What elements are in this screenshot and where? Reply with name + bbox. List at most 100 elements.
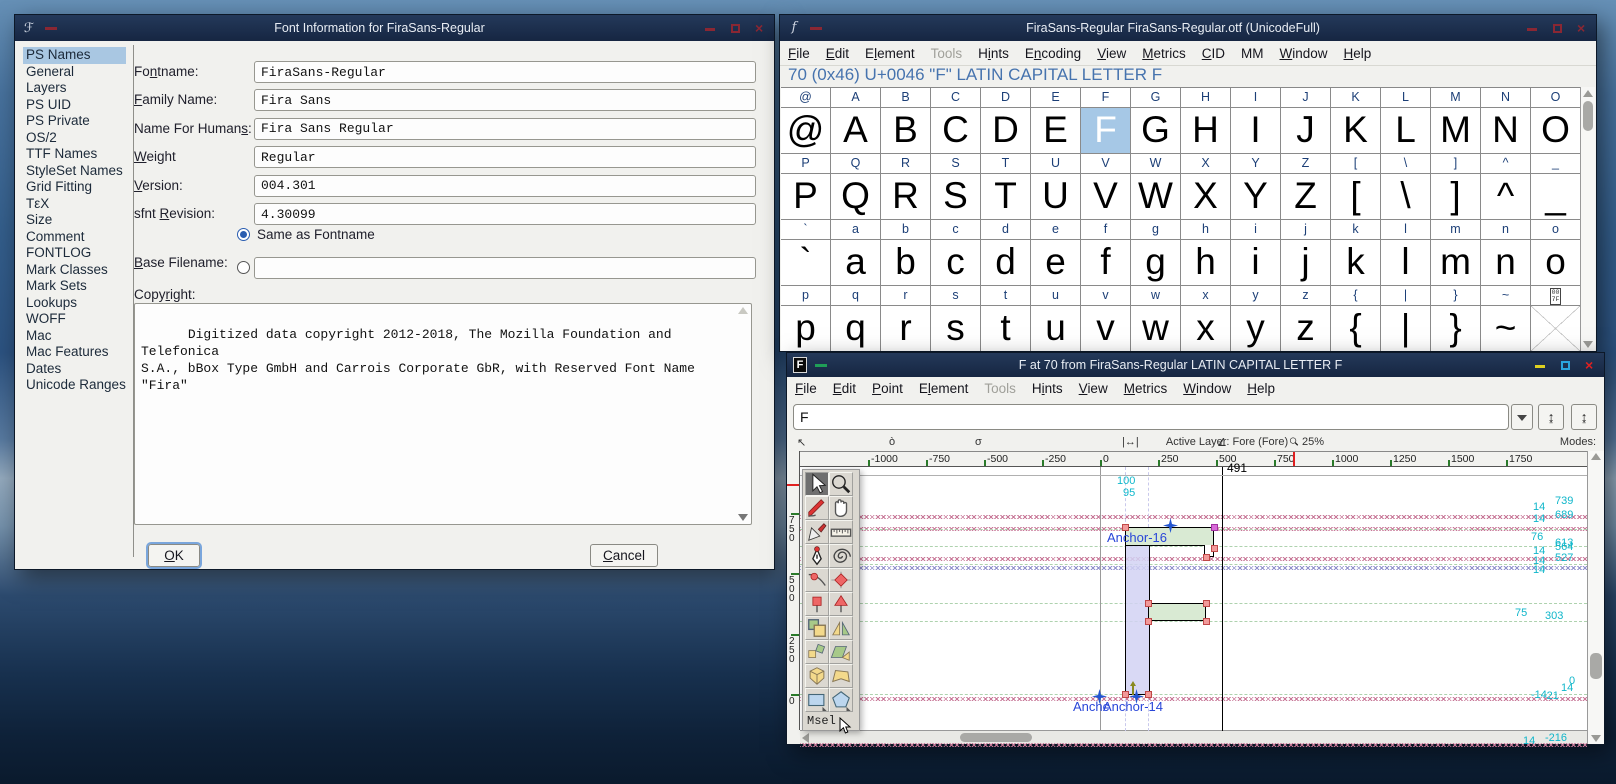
base-filename-input[interactable] [254, 257, 756, 279]
fontview-scrollbar[interactable] [1580, 87, 1595, 351]
skew-tool[interactable] [829, 640, 853, 664]
minimize-icon[interactable] [1527, 23, 1538, 34]
glyph-cell-n[interactable]: n [1481, 240, 1531, 286]
glyph-header-t[interactable]: t [981, 286, 1031, 306]
vscrollbar-thumb[interactable] [1590, 653, 1602, 679]
glyph-header-f[interactable]: f [1081, 220, 1131, 240]
tangentpoint-tool[interactable] [829, 592, 853, 616]
glyph-cell-del[interactable] [1531, 306, 1581, 351]
glyph-header-a[interactable]: A [831, 88, 881, 108]
sidebar-item-woff[interactable]: WOFF [23, 311, 126, 328]
glyph-header-j[interactable]: J [1281, 88, 1331, 108]
glyph-cell-s[interactable]: s [931, 306, 981, 351]
glyph-header-i[interactable]: I [1231, 88, 1281, 108]
maximize-icon[interactable] [730, 23, 741, 34]
menu-encoding[interactable]: Encoding [1017, 44, 1089, 63]
sidebar-item-fontlog[interactable]: FONTLOG [23, 245, 126, 262]
menu-edit[interactable]: Edit [818, 44, 857, 63]
glyph-cell-t[interactable]: t [981, 306, 1031, 351]
perspective-tool[interactable] [829, 664, 853, 688]
glyph-header-k[interactable]: K [1331, 88, 1381, 108]
scroll-up-icon[interactable] [1583, 90, 1593, 97]
glyph-header-item[interactable]: _ [1531, 154, 1581, 174]
menu-mm[interactable]: MM [1233, 44, 1272, 63]
glyph-cell-a[interactable]: a [831, 240, 881, 286]
glyph-cell-p[interactable]: P [781, 174, 831, 220]
spiro-tool[interactable] [829, 544, 853, 568]
glyph-header-del[interactable]: 00 7F [1531, 286, 1581, 306]
glyph-cell-h[interactable]: h [1181, 240, 1231, 286]
magnify-tool[interactable] [829, 472, 853, 496]
sidebar-item-os-2[interactable]: OS/2 [23, 130, 126, 147]
menu-view[interactable]: View [1089, 44, 1134, 63]
glyph-cell-t[interactable]: T [981, 174, 1031, 220]
glyph-cell-item[interactable]: { [1331, 306, 1381, 351]
scroll-up-icon[interactable] [738, 307, 748, 314]
horizontal-scrollbar[interactable] [800, 730, 1587, 744]
glyph-cell-u[interactable]: u [1031, 306, 1081, 351]
glyph-cell-y[interactable]: Y [1231, 174, 1281, 220]
scrollbar-thumb[interactable] [1583, 101, 1593, 131]
pointer-tool[interactable] [805, 472, 829, 496]
glyph-header-j[interactable]: j [1281, 220, 1331, 240]
control-point[interactable] [1203, 600, 1210, 607]
glyph-cell-c[interactable]: c [931, 240, 981, 286]
glyph-header-r[interactable]: R [881, 154, 931, 174]
close-icon[interactable]: × [1577, 20, 1588, 36]
glyph-middle-bar[interactable] [1148, 603, 1206, 621]
control-point[interactable] [1145, 691, 1152, 698]
glyph-header-v[interactable]: V [1081, 154, 1131, 174]
close-icon[interactable]: × [755, 20, 766, 36]
glyph-header-m[interactable]: M [1431, 88, 1481, 108]
glyph-cell-m[interactable]: m [1431, 240, 1481, 286]
menu-element[interactable]: Element [857, 44, 923, 63]
glyph-cell-x[interactable]: x [1181, 306, 1231, 351]
glyph-header-y[interactable]: y [1231, 286, 1281, 306]
control-point[interactable] [1145, 600, 1152, 607]
glyph-header-b[interactable]: B [881, 88, 931, 108]
glyph-cell-r[interactable]: r [881, 306, 931, 351]
glyph-cell-o[interactable]: O [1531, 108, 1581, 154]
glyph-header-y[interactable]: Y [1231, 154, 1281, 174]
control-point[interactable] [1122, 691, 1129, 698]
glyph-header-x[interactable]: x [1181, 286, 1231, 306]
ruler-tool[interactable] [829, 520, 853, 544]
copyright-textarea[interactable]: Digitized data copyright 2012-2018, The … [134, 303, 752, 525]
glyph-cell-p[interactable]: p [781, 306, 831, 351]
sidebar-item-layers[interactable]: Layers [23, 80, 126, 97]
glyph-cell-n[interactable]: N [1481, 108, 1531, 154]
family-name-input[interactable] [254, 89, 756, 112]
glyph-header-u[interactable]: u [1031, 286, 1081, 306]
glyph-header-item[interactable]: ~ [1481, 286, 1531, 306]
glyph-cell-f[interactable]: F [1081, 108, 1131, 154]
glyph-header-item[interactable]: } [1431, 286, 1481, 306]
scroll-down-icon[interactable] [738, 514, 748, 521]
menu-window[interactable]: Window [1272, 44, 1336, 63]
glyph-cell-y[interactable]: y [1231, 306, 1281, 351]
font-info-titlebar[interactable]: ℱ Font Information for FiraSans-Regular … [15, 15, 774, 41]
pen-tool[interactable] [805, 544, 829, 568]
selected-control-point[interactable] [1211, 524, 1218, 531]
glyph-header-i[interactable]: i [1231, 220, 1281, 240]
glyph-header-k[interactable]: k [1331, 220, 1381, 240]
sidebar-item-lookups[interactable]: Lookups [23, 295, 126, 312]
sidebar-item-t-x[interactable]: TεX [23, 196, 126, 213]
glyph-header-q[interactable]: Q [831, 154, 881, 174]
curvepoint-tool[interactable] [805, 568, 829, 592]
glyph-cell-item[interactable]: ] [1431, 174, 1481, 220]
sidebar-item-ps-uid[interactable]: PS UID [23, 97, 126, 114]
glyph-cell-k[interactable]: k [1331, 240, 1381, 286]
glyph-cell-g[interactable]: G [1131, 108, 1181, 154]
glyph-header-s[interactable]: S [931, 154, 981, 174]
glyph-cell-x[interactable]: X [1181, 174, 1231, 220]
knife-tool[interactable] [805, 520, 829, 544]
radio-custom-filename[interactable] [237, 261, 250, 274]
rotate-tool[interactable] [805, 640, 829, 664]
glyph-cell-item[interactable]: @ [781, 108, 831, 154]
fontview-titlebar[interactable]: f FiraSans-Regular FiraSans-Regular.otf … [780, 15, 1596, 41]
ok-button[interactable]: OK [146, 542, 202, 569]
glyph-cell-v[interactable]: V [1081, 174, 1131, 220]
glyph-header-h[interactable]: H [1181, 88, 1231, 108]
glyph-cell-l[interactable]: l [1381, 240, 1431, 286]
glyph-header-c[interactable]: C [931, 88, 981, 108]
